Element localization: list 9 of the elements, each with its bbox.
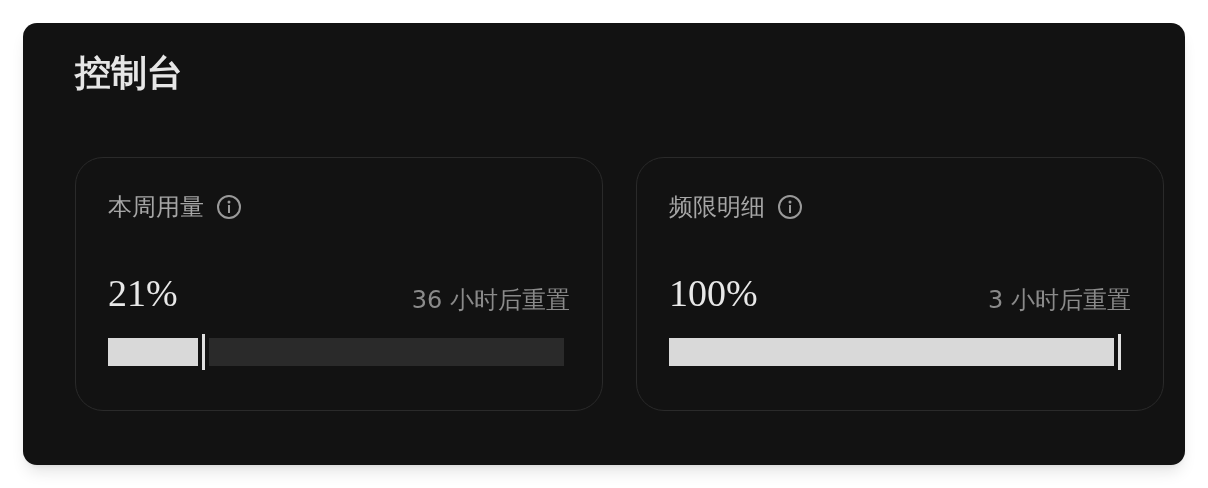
- page-title: 控制台: [75, 55, 184, 91]
- card-title: 频限明细: [669, 195, 765, 219]
- info-icon[interactable]: [777, 194, 803, 220]
- percent-value: 21%: [108, 274, 178, 312]
- reset-time: 3 小时后重置: [988, 288, 1131, 312]
- percent-value: 100%: [669, 274, 758, 312]
- reset-time: 36 小时后重置: [411, 288, 570, 312]
- info-icon[interactable]: [216, 194, 242, 220]
- card-title: 本周用量: [108, 195, 204, 219]
